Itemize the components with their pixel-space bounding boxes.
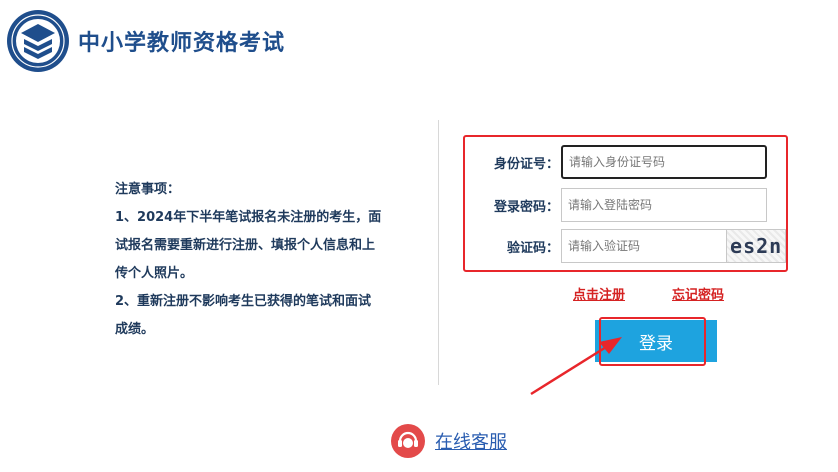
id-number-input[interactable] bbox=[561, 145, 767, 179]
captcha-row: 验证码： es2n bbox=[465, 227, 786, 265]
annotation-arrow-icon bbox=[530, 337, 622, 396]
forgot-password-link[interactable]: 忘记密码 bbox=[672, 284, 724, 303]
site-title: 中小学教师资格考试 bbox=[78, 31, 286, 56]
id-row: 身份证号： bbox=[465, 143, 786, 181]
notice-line: 传个人照片。 bbox=[115, 266, 194, 281]
customer-service-icon[interactable] bbox=[391, 424, 425, 458]
id-label: 身份证号： bbox=[493, 156, 559, 172]
password-input[interactable] bbox=[561, 188, 767, 222]
logo-icon bbox=[7, 10, 69, 72]
notice-line: 试报名需要重新进行注册、填报个人信息和上 bbox=[115, 238, 376, 253]
captcha-label: 验证码： bbox=[506, 240, 559, 256]
password-label: 登录密码： bbox=[493, 199, 559, 215]
login-form: 身份证号： 登录密码： 验证码： es2n bbox=[463, 135, 788, 272]
password-row: 登录密码： bbox=[465, 186, 786, 224]
online-service-link[interactable]: 在线客服 bbox=[435, 428, 507, 454]
notice-line: 2、重新注册不影响考生已获得的笔试和面试 bbox=[115, 294, 372, 309]
vertical-divider bbox=[438, 120, 439, 385]
captcha-input[interactable] bbox=[561, 229, 727, 263]
notice-panel: 注意事项： 1、2024年下半年笔试报名未注册的考生，面 试报名需要重新进行注册… bbox=[115, 176, 420, 344]
notice-line: 成绩。 bbox=[115, 322, 155, 337]
register-link[interactable]: 点击注册 bbox=[573, 284, 625, 303]
site-header: 中小学教师资格考试 bbox=[6, 6, 285, 76]
notice-line: 1、2024年下半年笔试报名未注册的考生，面 bbox=[115, 210, 382, 225]
captcha-image[interactable]: es2n bbox=[726, 229, 786, 263]
online-service: 在线客服 bbox=[391, 424, 507, 458]
notice-title: 注意事项： bbox=[115, 182, 181, 197]
